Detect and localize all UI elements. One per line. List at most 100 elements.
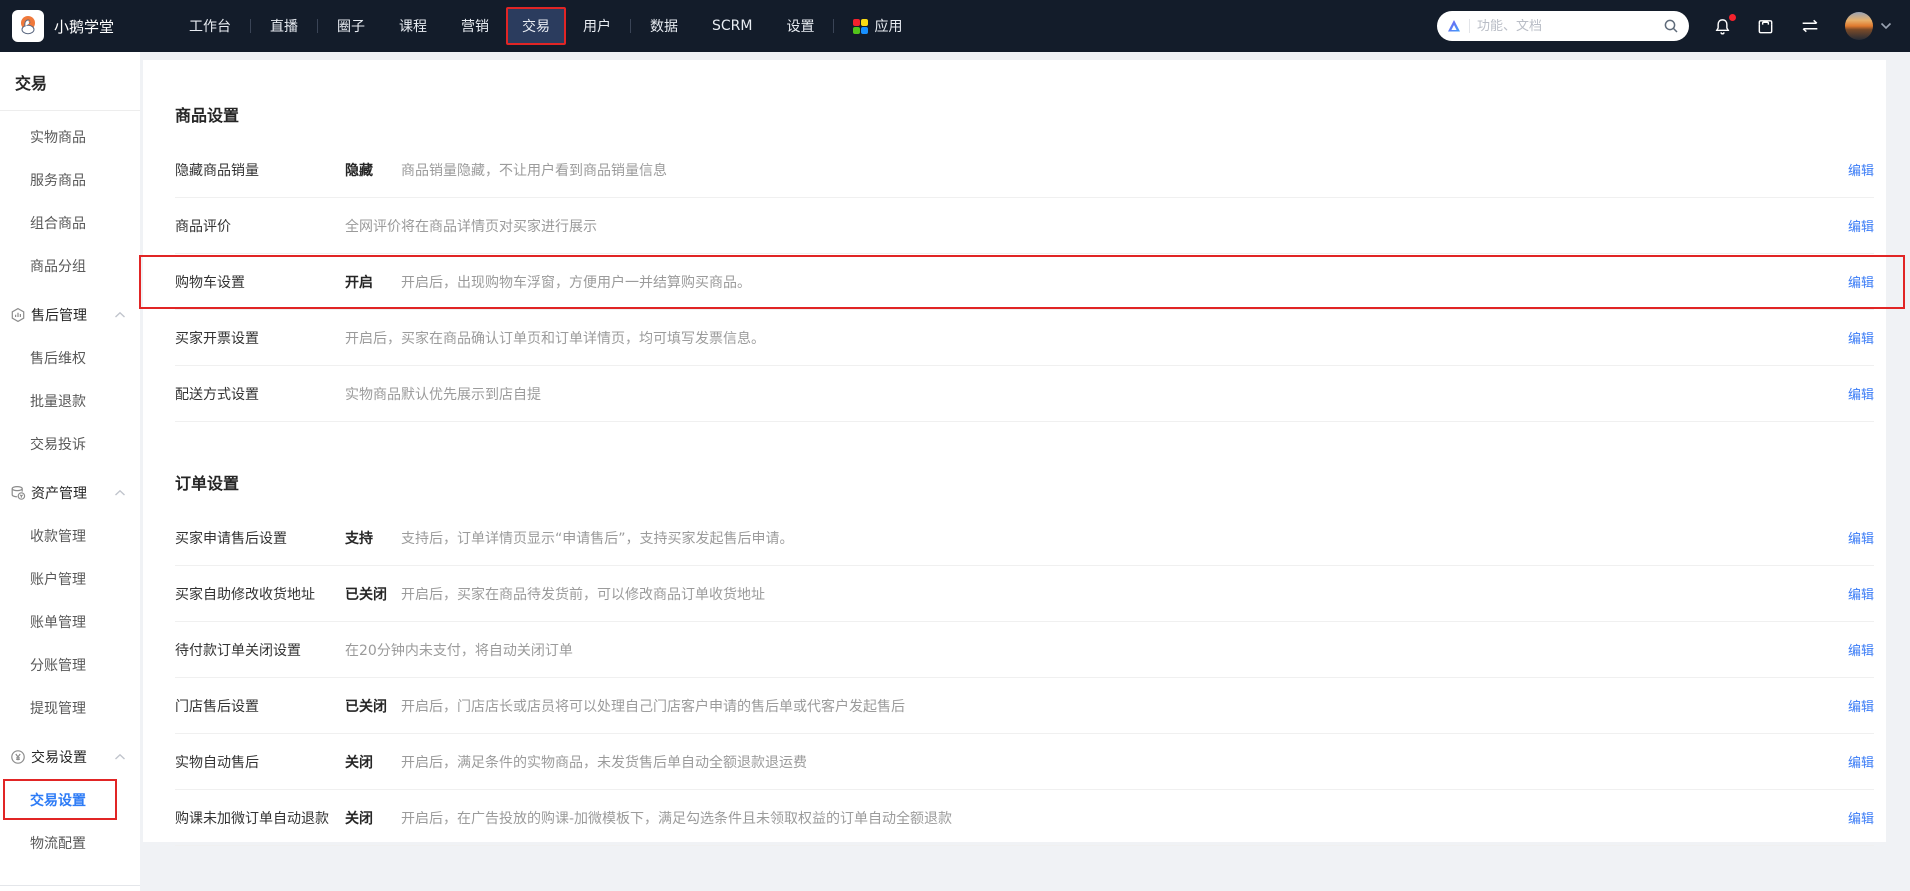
sidebar-item-label: 账户管理 (30, 571, 86, 588)
setting-desc: 开启后，门店店长或店员将可以处理自己门店客户申请的售后单或代客户发起售后 (401, 698, 905, 715)
nav-item-scrm[interactable]: SCRM (695, 0, 769, 52)
sidebar-item-payment-collection[interactable]: 收款管理 (0, 514, 140, 557)
apps-grid-icon (853, 18, 869, 34)
setting-label: 配送方式设置 (175, 386, 259, 403)
edit-button[interactable]: 编辑 (1828, 752, 1874, 771)
section-title-order-settings: 订单设置 (175, 474, 240, 493)
setting-value: 开启 (345, 274, 373, 291)
setting-desc: 开启后，出现购物车浮窗，方便用户一并结算购买商品。 (401, 274, 751, 291)
sidebar-item-account-management[interactable]: 账户管理 (0, 557, 140, 600)
swap-arrows-icon (1799, 17, 1821, 35)
nav-item-data[interactable]: 数据 (633, 0, 695, 52)
sidebar-group-trade-settings-group[interactable]: 交易设置 (0, 735, 140, 778)
setting-label: 购课未加微订单自动退款 (175, 810, 329, 827)
search-divider (1469, 19, 1470, 33)
chevron-up-icon[interactable] (114, 489, 126, 497)
nav-separator (317, 19, 319, 33)
sidebar-group-asset-management[interactable]: 资产管理 (0, 471, 140, 514)
sidebar-item-label: 组合商品 (30, 215, 86, 232)
sidebar-group-aftersale-management[interactable]: 售后管理 (0, 293, 140, 336)
nav-item-trade[interactable]: 交易 (506, 7, 567, 45)
nav-item-live[interactable]: 直播 (253, 0, 315, 52)
nav-item-label: 工作台 (189, 19, 232, 35)
nav-item-workbench[interactable]: 工作台 (172, 0, 248, 52)
sidebar-item-service-goods[interactable]: 服务商品 (0, 158, 140, 201)
nav-item-label: SCRM (712, 18, 753, 34)
setting-value: 关闭 (345, 754, 373, 771)
chevron-up-icon[interactable] (114, 311, 126, 319)
main-content: 商品设置 隐藏商品销量 隐藏 商品销量隐藏，不让用户看到商品销量信息 编辑 商品评价 全网评… (139, 52, 1910, 891)
nav-item-community[interactable]: 圈子 (320, 0, 382, 52)
nav-item-course[interactable]: 课程 (382, 0, 444, 52)
nav-item-settings[interactable]: 设置 (769, 0, 831, 52)
edit-button[interactable]: 编辑 (1828, 528, 1874, 547)
setting-value: 关闭 (345, 810, 373, 827)
nav-item-label: 交易 (522, 19, 551, 35)
edit-button[interactable]: 编辑 (1828, 584, 1874, 603)
setting-label: 门店售后设置 (175, 698, 259, 715)
search-box[interactable] (1437, 11, 1689, 41)
setting-row-physical-auto-aftersale: 实物自动售后 关闭 开启后，满足条件的实物商品，未发货售后单自动全额退款退运费 编辑 (175, 734, 1874, 790)
sidebar-item-withdrawal-management[interactable]: 提现管理 (0, 686, 140, 729)
setting-label: 实物自动售后 (175, 754, 259, 771)
nav-item-label: 直播 (270, 19, 299, 35)
sidebar-item-combo-goods[interactable]: 组合商品 (0, 201, 140, 244)
nav-item-users[interactable]: 用户 (566, 0, 628, 52)
setting-row-course-no-wechat-auto-refund: 购课未加微订单自动退款 关闭 开启后，在广告投放的购课-加微模板下，满足勾选条件且未… (175, 790, 1874, 846)
setting-label: 购物车设置 (175, 274, 245, 291)
nav-separator (833, 19, 835, 33)
sidebar-item-aftersale-rights[interactable]: 售后维权 (0, 336, 140, 379)
sidebar-item-label: 交易投诉 (30, 436, 86, 453)
switch-account-button[interactable] (1799, 17, 1821, 35)
notifications-button[interactable] (1713, 13, 1736, 36)
setting-row-buyer-invoice: 买家开票设置 开启后，买家在商品确认订单页和订单详情页，均可填写发票信息。 编辑 (175, 310, 1874, 366)
sidebar-item-goods-groups[interactable]: 商品分组 (0, 244, 140, 287)
shop-button[interactable] (1756, 17, 1775, 36)
edit-button[interactable]: 编辑 (1828, 696, 1874, 715)
setting-desc: 在20分钟内未支付，将自动关闭订单 (345, 642, 573, 659)
setting-label: 商品评价 (175, 218, 231, 235)
nav-item-marketing[interactable]: 营销 (444, 0, 506, 52)
storefront-icon (1756, 17, 1775, 36)
sidebar-item-trade-settings[interactable]: 交易设置 (0, 778, 140, 821)
sidebar-items: 实物商品 服务商品组合商品商品分组售后管理售后维权批量退款交易投诉资产管理收款管理… (0, 115, 140, 864)
nav-item-apps[interactable]: 应用 (836, 0, 919, 52)
nav-item-label: 课程 (399, 19, 428, 35)
user-menu[interactable] (1845, 12, 1892, 40)
sidebar-group-label: 资产管理 (31, 485, 87, 502)
layout: 交易 实物商品 服务商品 组合商品 商品分组 售后管理 售后维权 批量退款 交易投诉 资产管理收… (0, 52, 1910, 891)
topbar-right (1437, 11, 1892, 41)
setting-desc: 开启后，买家在商品确认订单页和订单详情页，均可填写发票信息。 (345, 330, 765, 347)
sidebar-item-split-account[interactable]: 分账管理 (0, 643, 140, 686)
search-icon[interactable] (1663, 18, 1679, 34)
assistant-logo-icon (1446, 18, 1462, 34)
sidebar-item-trade-complaint[interactable]: 交易投诉 (0, 422, 140, 465)
edit-button[interactable]: 编辑 (1828, 272, 1874, 291)
chevron-up-icon[interactable] (114, 753, 126, 761)
avatar[interactable] (1845, 12, 1873, 40)
sidebar-item-label: 批量退款 (30, 393, 86, 410)
nav-separator (630, 19, 632, 33)
nav-item-label: 应用 (874, 19, 903, 35)
sidebar-group-label: 售后管理 (31, 307, 87, 324)
edit-button[interactable]: 编辑 (1828, 384, 1874, 403)
sidebar-item-logistics-config[interactable]: 物流配置 (0, 821, 140, 864)
nav-item-label: 营销 (461, 19, 490, 35)
app-logo[interactable] (12, 10, 44, 42)
search-input[interactable] (1477, 18, 1656, 34)
sidebar-item-bill-management[interactable]: 账单管理 (0, 600, 140, 643)
setting-label: 买家开票设置 (175, 330, 259, 347)
setting-label: 待付款订单关闭设置 (175, 642, 301, 659)
edit-button[interactable]: 编辑 (1828, 640, 1874, 659)
setting-row-buyer-aftersale-apply: 买家申请售后设置 支持 支持后，订单详情页显示“申请售后”，支持买家发起售后申请。 编… (175, 510, 1874, 566)
edit-button[interactable]: 编辑 (1828, 808, 1874, 827)
sidebar-item-label: 物流配置 (30, 835, 86, 852)
edit-button[interactable]: 编辑 (1828, 160, 1874, 179)
sidebar-item-batch-refund[interactable]: 批量退款 (0, 379, 140, 422)
sidebar-item-label: 分账管理 (30, 657, 86, 674)
edit-button[interactable]: 编辑 (1828, 216, 1874, 235)
sidebar-group-label: 交易设置 (31, 749, 87, 766)
sidebar: 交易 实物商品 服务商品 组合商品 商品分组 售后管理 售后维权 批量退款 交易投诉 资产管理收… (0, 52, 140, 891)
edit-button[interactable]: 编辑 (1828, 328, 1874, 347)
sidebar-item-physical-goods[interactable]: 实物商品 (0, 115, 140, 158)
